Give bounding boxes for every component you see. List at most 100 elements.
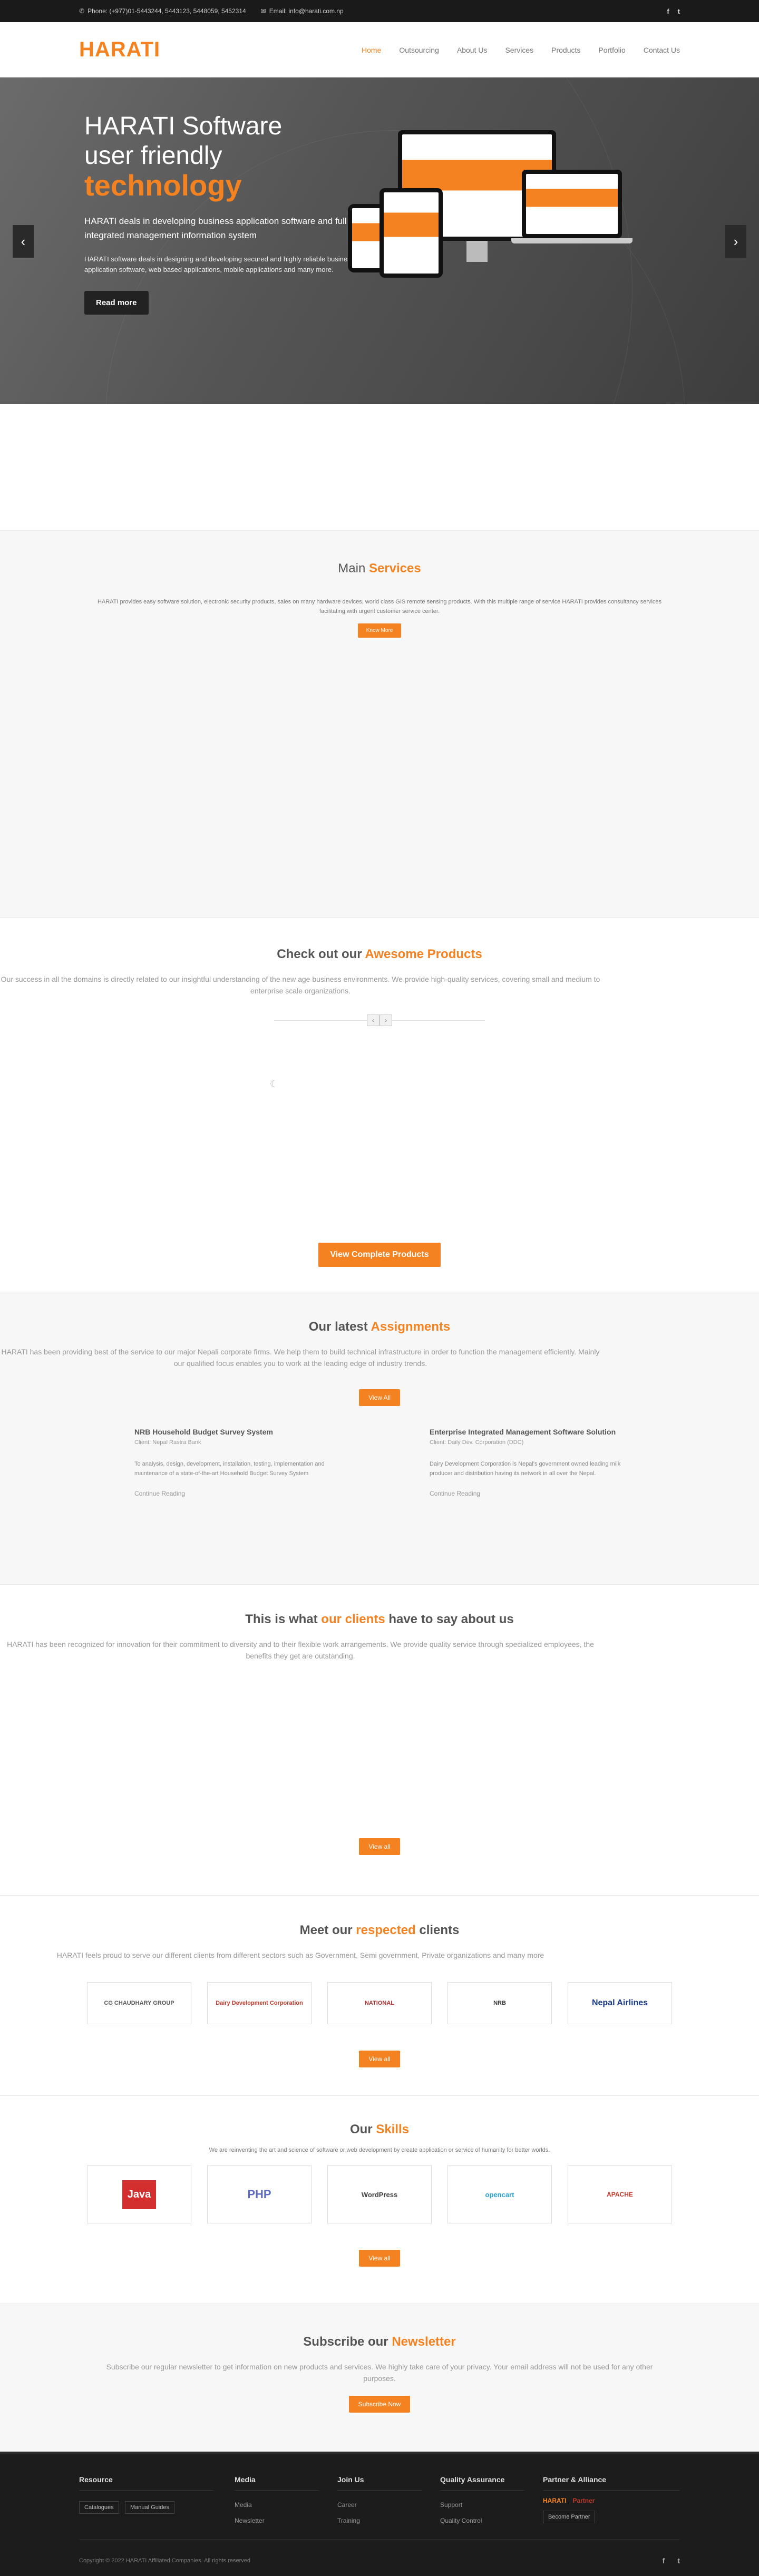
footer-partner: Partner & Alliance HARATI Partner Become… [543,2475,680,2533]
facebook-icon[interactable]: f [663,2557,665,2565]
hero-title-line2: user friendly [84,142,222,170]
assignment-text: Dairy Development Corporation is Nepal's… [430,1461,621,1477]
catalogues-tag[interactable]: Catalogues [79,2501,119,2514]
view-all-skills-button[interactable]: View all [359,2250,400,2267]
know-more-button[interactable]: Know More [357,623,402,638]
clients-description: HARATI feels proud to serve our differen… [56,1951,544,1959]
spacer-section [0,404,759,531]
site-header: HARATI Home Outsourcing About Us Service… [0,22,759,77]
footer-link-support[interactable]: Support [440,2501,543,2509]
assignment-client: Client: Nepal Rastra Bank [134,1439,201,1446]
skill-logo[interactable]: WordPress [327,2165,432,2223]
footer-heading: Resource [79,2475,213,2491]
top-bar: ✆ Phone: (+977)01-5443244, 5443123, 5448… [0,0,759,22]
newsletter-description: Subscribe our regular newsletter to get … [106,2363,653,2383]
client-logo[interactable]: NRB [447,1982,552,2024]
copyright-bar: Copyright © 2022 HARATI Affiliated Compa… [79,2539,680,2576]
mail-icon: ✉ [260,7,266,15]
nav-services[interactable]: Services [505,46,533,54]
footer-columns: Resource Catalogues Manual Guides Media … [79,2454,680,2533]
assignment-item: NRB Household Budget Survey System Clien… [134,1427,329,1497]
assignments-section: Our latest Assignments HARATI has been p… [0,1292,759,1585]
products-carousel-controls: ‹ › [274,1014,485,1026]
twitter-icon[interactable]: t [678,7,680,15]
footer-link-quality-control[interactable]: Quality Control [440,2517,543,2524]
facebook-icon[interactable]: f [667,7,669,15]
hero-title: HARATI Software user friendly technology [84,112,380,202]
footer-heading: Quality Assurance [440,2475,524,2491]
continue-reading-link[interactable]: Continue Reading [134,1490,329,1497]
assignments-title: Our latest Assignments [308,1320,451,1334]
products-section: Check out our Awesome Products Our succe… [0,918,759,1292]
assignment-title[interactable]: Enterprise Integrated Management Softwar… [430,1427,625,1437]
testimonials-description: HARATI has been recognized for innovatio… [7,1640,594,1660]
twitter-icon[interactable]: t [677,2557,680,2565]
nav-portfolio[interactable]: Portfolio [598,46,625,54]
hero-read-more-button[interactable]: Read more [84,291,149,315]
footer-link-career[interactable]: Career [337,2501,440,2509]
partner-logo[interactable]: HARATI [543,2497,566,2504]
footer-heading: Join Us [337,2475,422,2491]
footer-link-training[interactable]: Training [337,2517,440,2524]
services-title: Main Services [338,561,421,575]
subscribe-now-button[interactable]: Subscribe Now [348,2396,411,2413]
assignments-description: HARATI has been providing best of the se… [1,1348,600,1368]
copyright-text: Copyright © 2022 HARATI Affiliated Compa… [79,2557,251,2564]
laptop [522,170,622,238]
services-description: HARATI provides easy software solution, … [97,599,662,614]
nav-products[interactable]: Products [551,46,580,54]
view-all-testimonials-button[interactable]: View all [359,1838,400,1855]
client-logo[interactable]: NATIONAL [327,1982,432,2024]
chevron-right-icon: › [733,233,738,249]
client-logo[interactable]: Nepal Airlines [568,1982,672,2024]
email-info[interactable]: ✉ Email: info@harati.com.np [261,7,344,15]
site-footer: Resource Catalogues Manual Guides Media … [0,2452,759,2576]
client-logo[interactable]: CG CHAUDHARY GROUP [87,1982,191,2024]
partner-logo[interactable]: Partner [572,2497,595,2504]
skill-logo[interactable]: opencart [447,2165,552,2223]
carousel-prev-button[interactable]: ‹ [367,1014,380,1026]
skill-logo[interactable]: APACHE [568,2165,672,2223]
footer-link-media[interactable]: Media [235,2501,337,2509]
nav-home[interactable]: Home [362,46,381,54]
newsletter-title: Subscribe our Newsletter [303,2335,456,2349]
products-title: Check out our Awesome Products [277,947,482,961]
services-section: Main Services HARATI provides easy softw… [0,531,759,918]
testimonials-title: This is what our clients have to say abo… [245,1612,514,1626]
hero-subtext: HARATI software deals in designing and d… [84,255,355,274]
skill-logo[interactable]: PHP [207,2165,312,2223]
slider-next-button[interactable]: › [725,225,746,258]
main-nav: Home Outsourcing About Us Services Produ… [362,46,680,54]
carousel-next-button[interactable]: › [380,1014,392,1026]
phone-info: ✆ Phone: (+977)01-5443244, 5443123, 5448… [79,7,246,15]
hero-title-highlight: technology [84,169,242,202]
partner-logos: HARATI Partner [543,2497,680,2504]
footer-heading: Media [235,2475,319,2491]
products-description: Our success in all the domains is direct… [1,975,600,995]
view-all-clients-button[interactable]: View all [359,2051,400,2067]
view-all-assignments-button[interactable]: View All [359,1389,400,1406]
hero-text: HARATI Software user friendly technology… [84,112,380,315]
clients-section: Meet our respected clients HARATI feels … [0,1896,759,2096]
manual-guides-tag[interactable]: Manual Guides [125,2501,174,2514]
client-logo[interactable]: Dairy Development Corporation [207,1982,312,2024]
footer-link-newsletter[interactable]: Newsletter [235,2517,337,2524]
view-complete-products-button[interactable]: View Complete Products [318,1243,441,1267]
assignment-title[interactable]: NRB Household Budget Survey System [134,1427,329,1437]
tablet-device [380,188,443,278]
become-partner-button[interactable]: Become Partner [543,2511,596,2523]
email-text[interactable]: Email: info@harati.com.np [269,7,344,15]
hero-slider: HARATI Software user friendly technology… [0,77,759,404]
skill-logo[interactable]: Java [87,2165,191,2223]
footer-media: Media Media Newsletter [235,2475,337,2533]
slider-prev-button[interactable]: ‹ [13,225,34,258]
continue-reading-link[interactable]: Continue Reading [430,1490,625,1497]
assignment-item: Enterprise Integrated Management Softwar… [430,1427,625,1497]
nav-about[interactable]: About Us [457,46,488,54]
site-logo[interactable]: HARATI [79,38,160,62]
nav-contact[interactable]: Contact Us [644,46,680,54]
nav-outsourcing[interactable]: Outsourcing [399,46,439,54]
newsletter-section: Subscribe our Newsletter Subscribe our r… [0,2304,759,2452]
hero-lead: HARATI deals in developing business appl… [84,216,374,240]
top-social: f t [667,7,680,15]
